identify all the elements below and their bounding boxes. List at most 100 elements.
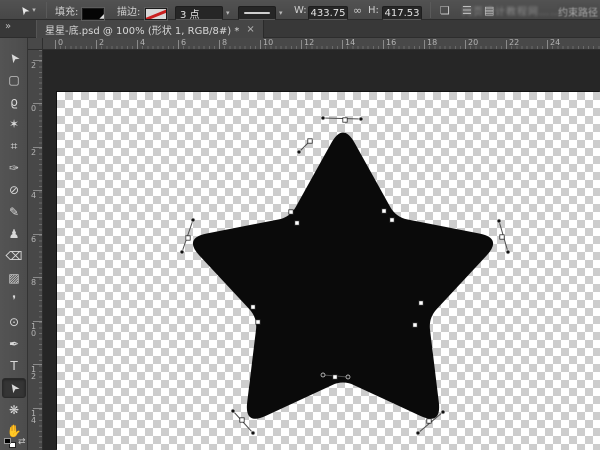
stroke-type-dropdown[interactable]: ▾	[238, 3, 283, 23]
healing-brush-tool[interactable]: ⊘	[2, 180, 26, 200]
stroke-width-dropdown[interactable]: 3 点 ▾	[175, 3, 230, 23]
stroke-width-value: 3 点	[175, 6, 223, 21]
crop-tool[interactable]: ⌗	[2, 136, 26, 156]
eraser-tool-icon: ⌫	[5, 249, 23, 263]
crop-tool-icon: ⌗	[10, 138, 18, 153]
ruler-tick	[178, 40, 179, 49]
separator	[46, 2, 47, 18]
ruler-number: 20	[468, 38, 479, 47]
shape-width-input[interactable]: 433.75	[308, 3, 348, 23]
type-tool[interactable]: T	[2, 356, 26, 376]
link-dimensions-icon[interactable]: ∞	[353, 0, 362, 20]
clone-stamp-tool[interactable]: ♟	[2, 224, 26, 244]
ruler-tick	[55, 40, 56, 49]
hand-tool[interactable]: ✋	[2, 421, 26, 441]
zoom-tool[interactable]: ⌕	[2, 443, 26, 450]
work-area	[43, 50, 600, 450]
swatch-caret-icon: ◢	[162, 13, 167, 20]
ruler-number: 2	[30, 147, 37, 157]
ruler-number: 2	[99, 38, 105, 47]
shape-height-value: 417.53	[382, 6, 422, 20]
fill-color-swatch[interactable]: ◢	[82, 4, 104, 24]
ruler-number: 0	[30, 104, 37, 113]
gradient-tool[interactable]: ▨	[2, 268, 26, 288]
ruler-corner	[28, 38, 43, 50]
ruler-tick	[137, 40, 138, 49]
move-tool-icon: ➤	[5, 49, 23, 67]
stroke-color-swatch[interactable]: ◢	[145, 4, 167, 24]
chevron-down-icon: ▾	[279, 9, 283, 17]
path-selection-tool-icon: ➤	[5, 379, 23, 397]
dodge-tool[interactable]: ⊙	[2, 312, 26, 332]
eraser-tool[interactable]: ⌫	[2, 246, 26, 266]
stroke-type-preview	[238, 6, 276, 20]
ruler-number: 12	[304, 38, 315, 47]
width-label: W:	[294, 4, 307, 16]
custom-shape-tool-icon: ❋	[8, 403, 20, 417]
stroke-label: 描边:	[117, 6, 141, 18]
brush-tool-icon: ✎	[8, 205, 20, 219]
tools-panel: ⇄ ➤▢ϱ✶⌗✑⊘✎♟⌫▨❜⊙✒T➤❋✋⌕	[0, 38, 28, 450]
rectangular-marquee-tool[interactable]: ▢	[2, 70, 26, 90]
options-bar: ➤ ▾ 填充: ◢ 描边: ◢ 3 点 ▾ ▾ W: 433.75 ∞ H: 4…	[0, 0, 600, 23]
path-selection-arrow-icon: ➤	[16, 2, 33, 18]
ruler-number: 8	[30, 278, 37, 287]
magic-wand-tool-icon: ✶	[8, 117, 20, 131]
swatch-caret-icon: ◢	[99, 13, 104, 20]
type-tool-icon: T	[10, 359, 18, 373]
ruler-number: 0	[58, 38, 64, 47]
separator	[430, 2, 431, 18]
ruler-number: 16	[386, 38, 397, 47]
ruler-tick	[424, 40, 425, 49]
path-selection-tool[interactable]: ➤	[2, 378, 26, 398]
ruler-number: 8	[222, 38, 228, 47]
canvas-transparency-checkerboard[interactable]	[57, 92, 600, 450]
magic-wand-tool[interactable]: ✶	[2, 114, 26, 134]
close-icon[interactable]: ×	[246, 24, 254, 35]
hand-tool-icon: ✋	[6, 424, 22, 438]
ruler-tick	[506, 40, 507, 49]
panel-expand-icon[interactable]: »	[5, 21, 11, 32]
clone-stamp-tool-icon: ♟	[8, 227, 20, 241]
tool-preset-button[interactable]: ➤ ▾	[16, 0, 36, 20]
horizontal-ruler[interactable]: 0 2 4 6 8 10 12 14 16 18 20 22 24	[43, 38, 600, 50]
ruler-number: 14	[345, 38, 356, 47]
rectangular-marquee-tool-icon: ▢	[8, 73, 20, 87]
custom-shape-tool[interactable]: ❋	[2, 400, 26, 420]
constrain-path-label: 约束路径	[558, 4, 598, 19]
ruler-number: 6	[181, 38, 187, 47]
zoom-tool-icon: ⌕	[11, 446, 18, 450]
ruler-number: 2	[30, 60, 37, 70]
vertical-ruler[interactable]: 20246810121416	[28, 50, 43, 450]
shape-height-input[interactable]: 417.53	[382, 3, 422, 23]
line-style-icon	[244, 12, 270, 14]
lasso-tool[interactable]: ϱ	[2, 92, 26, 112]
document-tab-title: 星星-底.psd @ 100% (形状 1, RGB/8#) *	[45, 25, 240, 37]
fill-label: 填充:	[55, 6, 79, 18]
ruler-tick	[219, 40, 220, 49]
healing-brush-tool-icon: ⊘	[8, 183, 20, 197]
lasso-tool-icon: ϱ	[10, 95, 18, 109]
pen-tool-icon: ✒	[8, 337, 20, 351]
brush-tool[interactable]: ✎	[2, 202, 26, 222]
ruler-number: 4	[30, 191, 37, 200]
ruler-tick	[301, 40, 302, 49]
move-tool[interactable]: ➤	[2, 48, 26, 68]
shape-width-value: 433.75	[308, 6, 348, 20]
ruler-tick	[96, 40, 97, 49]
ruler-tick	[260, 40, 261, 49]
ruler-number: 24	[550, 38, 561, 47]
ruler-number: 18	[427, 38, 438, 47]
ruler-number: 10	[263, 38, 274, 47]
gradient-tool-icon: ▨	[8, 271, 20, 285]
ruler-number: 14	[30, 408, 37, 425]
blur-tool[interactable]: ❜	[2, 290, 26, 310]
eyedropper-tool[interactable]: ✑	[2, 158, 26, 178]
ruler-number: 6	[30, 234, 37, 244]
ruler-number: 12	[30, 365, 37, 381]
dodge-tool-icon: ⊙	[8, 315, 20, 329]
height-label: H:	[368, 4, 379, 16]
ruler-number: 4	[140, 38, 146, 47]
path-operations-button[interactable]: ❏	[440, 0, 450, 20]
pen-tool[interactable]: ✒	[2, 334, 26, 354]
